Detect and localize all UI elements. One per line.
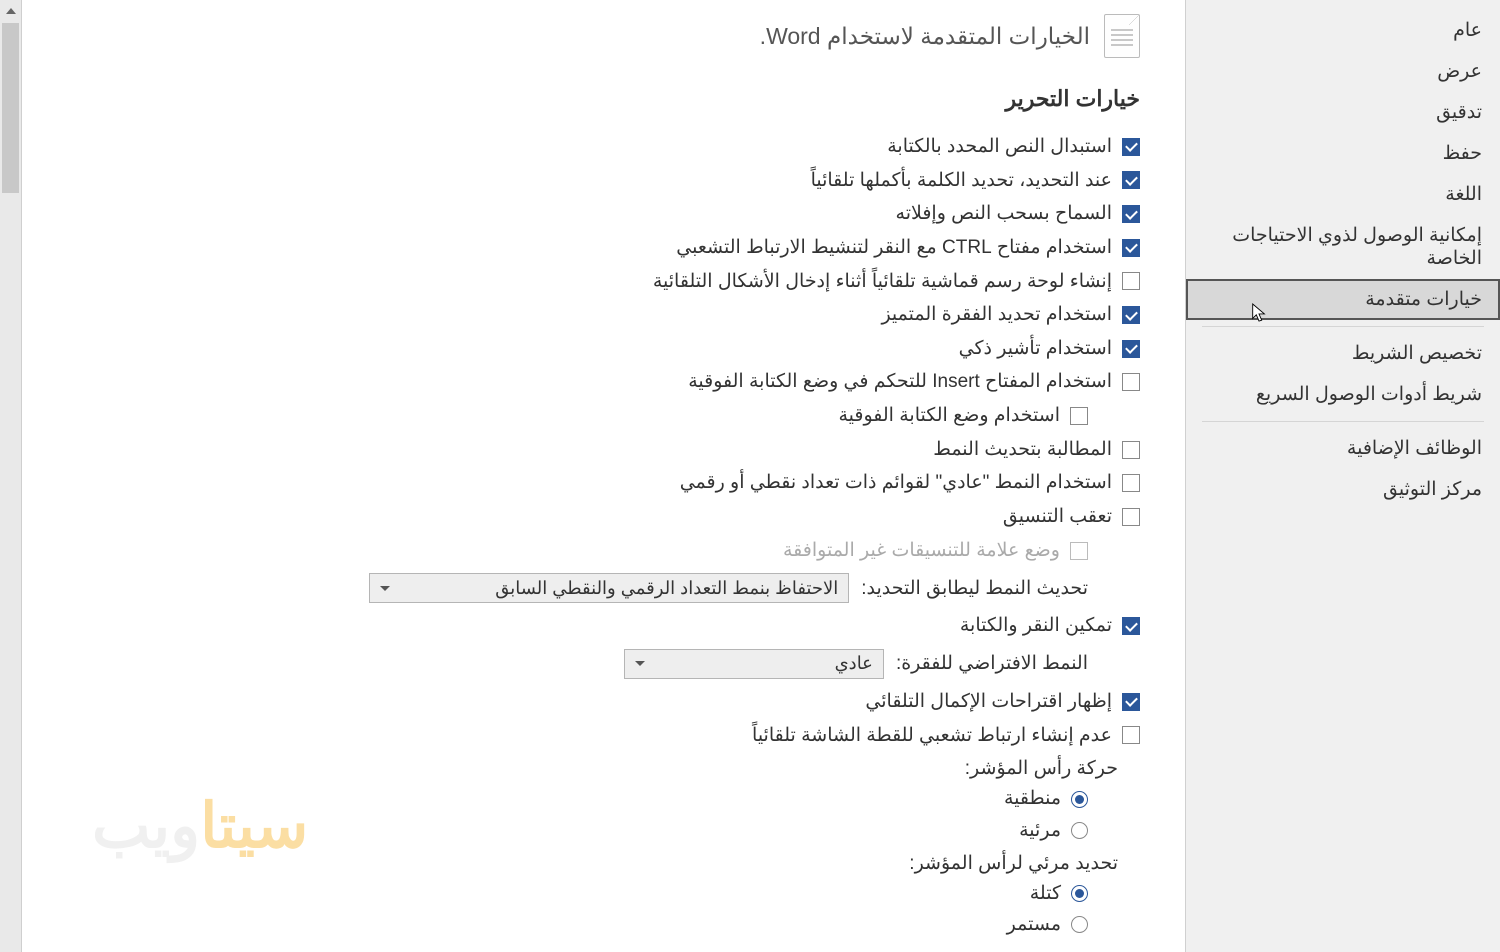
sidebar-item-addins[interactable]: الوظائف الإضافية [1186,428,1500,469]
watermark: سيتاويب [92,789,308,862]
radio-label: منطقية [1004,786,1061,812]
checkbox-option-6[interactable] [1122,340,1140,358]
checkbox-option-3[interactable] [1122,239,1140,257]
scroll-track[interactable] [0,194,21,952]
checkbox-option-8[interactable] [1070,407,1088,425]
cursor-icon [1250,302,1268,324]
options-sidebar: عام عرض تدقيق حفظ اللغة إمكانية الوصول ل… [1185,0,1500,952]
scroll-up-button[interactable] [0,0,21,22]
option-label: استخدام وضع الكتابة الفوقية [838,403,1060,429]
checkbox-option-11[interactable] [1122,508,1140,526]
cursor-movement-label: حركة رأس المؤشر: [46,752,1140,783]
option-label: إظهار اقتراحات الإكمال التلقائي [865,689,1112,715]
dropdown-value: الاحتفاظ بنمط التعداد الرقمي والنقطي الس… [495,578,838,599]
chevron-down-icon [380,586,390,591]
checkbox-option-5[interactable] [1122,306,1140,324]
radio-label: مرئية [1019,818,1061,844]
radio-label: كتلة [1030,881,1061,907]
option-label: استخدام النمط "عادي" لقوائم ذات تعداد نق… [680,470,1112,496]
option-label: استبدال النص المحدد بالكتابة [887,134,1112,160]
sidebar-separator [1202,326,1484,327]
checkbox-option-2[interactable] [1122,205,1140,223]
option-label: استخدام تأشير ذكي [959,336,1112,362]
sidebar-item-trust-center[interactable]: مركز التوثيق [1186,469,1500,510]
option-label: استخدام تحديد الفقرة المتميز [881,302,1112,328]
checkbox-no-hyperlink-screenshot[interactable] [1122,726,1140,744]
page-title: الخيارات المتقدمة لاستخدام Word. [760,23,1090,50]
option-label: تعقب التنسيق [1003,504,1112,530]
option-label: استخدام مفتاح CTRL مع النقر لتنشيط الارت… [676,235,1112,261]
radio-cursor-visual[interactable] [1071,822,1088,839]
option-label: عند التحديد، تحديد الكلمة بأكملها تلقائي… [811,168,1112,194]
vertical-scrollbar[interactable] [0,0,22,952]
checkbox-option-4[interactable] [1122,272,1140,290]
sidebar-item-save[interactable]: حفظ [1186,133,1500,174]
dropdown-value: عادي [835,653,873,674]
checkbox-option-1[interactable] [1122,171,1140,189]
checkbox-option-9[interactable] [1122,441,1140,459]
radio-cursor-logical[interactable] [1071,791,1088,808]
style-update-label: تحديث النمط ليطابق التحديد: [861,577,1088,600]
checkbox-click-and-type[interactable] [1122,617,1140,635]
sidebar-item-accessibility[interactable]: إمكانية الوصول لذوي الاحتياجات الخاصة [1186,215,1500,279]
sidebar-item-general[interactable]: عام [1186,10,1500,51]
radio-visual-continuous[interactable] [1071,916,1088,933]
sidebar-item-quick-access[interactable]: شريط أدوات الوصول السريع [1186,374,1500,415]
sidebar-item-language[interactable]: اللغة [1186,174,1500,215]
scroll-thumb[interactable] [2,23,19,193]
radio-label: مستمر [1007,912,1061,938]
option-label: استخدام المفتاح Insert للتحكم في وضع الك… [688,369,1112,395]
sidebar-item-display[interactable]: عرض [1186,51,1500,92]
sidebar-item-customize-ribbon[interactable]: تخصيص الشريط [1186,333,1500,374]
chevron-down-icon [635,661,645,666]
sidebar-item-label: خيارات متقدمة [1365,289,1482,310]
sidebar-item-proofing[interactable]: تدقيق [1186,92,1500,133]
default-paragraph-dropdown[interactable]: عادي [624,649,884,679]
checkbox-option-0[interactable] [1122,138,1140,156]
sidebar-item-advanced[interactable]: خيارات متقدمة [1186,279,1500,320]
checkbox-autocomplete[interactable] [1122,693,1140,711]
style-update-dropdown[interactable]: الاحتفاظ بنمط التعداد الرقمي والنقطي الس… [369,573,849,603]
option-label: تمكين النقر والكتابة [960,613,1112,639]
option-label: عدم إنشاء ارتباط تشعبي للقطة الشاشة تلقا… [752,723,1112,749]
checkbox-option-12 [1070,542,1088,560]
option-label: إنشاء لوحة رسم قماشية تلقائياً أثناء إدخ… [653,269,1112,295]
options-main-panel: الخيارات المتقدمة لاستخدام Word. خيارات … [22,0,1185,952]
checkbox-option-10[interactable] [1122,474,1140,492]
document-icon [1104,14,1140,58]
option-label: وضع علامة للتنسيقات غير المتوافقة [783,538,1060,564]
default-paragraph-label: النمط الافتراضي للفقرة: [896,652,1088,675]
radio-visual-block[interactable] [1071,885,1088,902]
section-editing-title: خيارات التحرير [46,86,1140,112]
option-label: المطالبة بتحديث النمط [933,437,1112,463]
option-label: السماح بسحب النص وإفلاته [896,201,1112,227]
checkbox-option-7[interactable] [1122,373,1140,391]
sidebar-separator [1202,421,1484,422]
